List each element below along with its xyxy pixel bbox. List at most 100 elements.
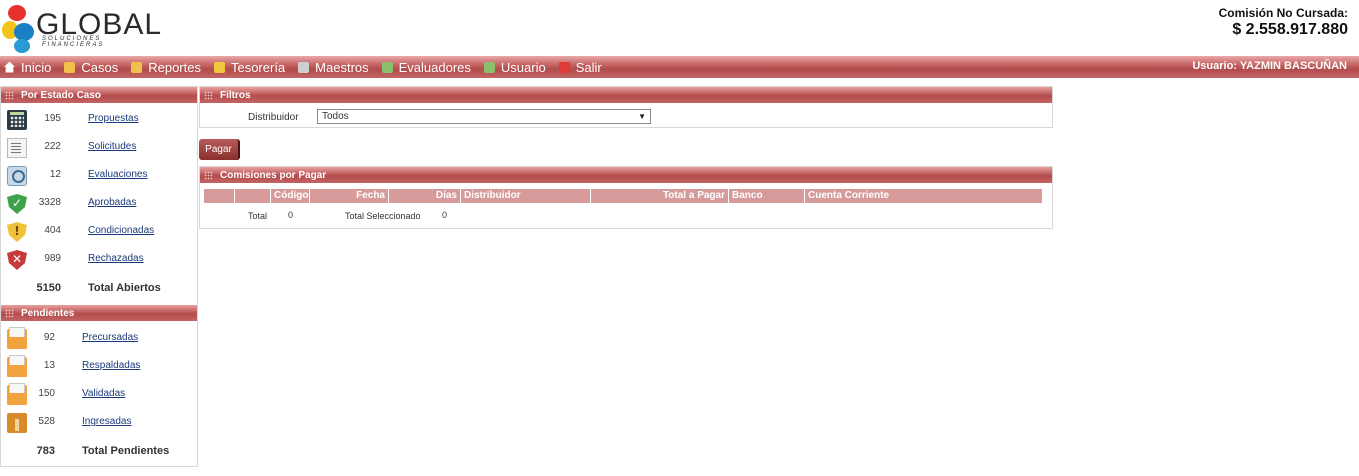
count: 195 (44, 113, 61, 124)
grip-icon (204, 90, 213, 100)
coin-icon (213, 61, 225, 73)
menu-item-label: Casos (81, 59, 119, 75)
count: 222 (44, 141, 61, 152)
main-menu-bar: Inicio Casos Reportes Tesorería Maestros… (0, 56, 1359, 78)
count: 12 (49, 169, 61, 180)
menu-item-label: Evaluadores (398, 59, 471, 75)
notepad-icon (7, 138, 27, 158)
total-label: Total Abiertos (88, 282, 161, 294)
folder-icon (64, 61, 76, 73)
pagar-button[interactable]: Pagar (199, 139, 240, 160)
column-header-blank[interactable] (235, 189, 271, 203)
sidebar-item-respaldadas: 13 Respaldadas (1, 353, 197, 381)
menu-item-salir[interactable]: Salir (558, 59, 602, 75)
calculator-icon (7, 110, 27, 130)
logo-subtitle: SOLUCIONES FINANCIERAS (42, 36, 105, 48)
commissions-panel: Comisiones por Pagar Código Fecha Días D… (199, 166, 1053, 229)
menu-item-label: Maestros (315, 59, 369, 75)
checklist-icon (381, 61, 393, 73)
sidebar-item-aprobadas: ✓ 3328 Aprobadas (1, 190, 197, 218)
grip-icon (204, 170, 213, 180)
column-header-codigo[interactable]: Código (271, 189, 310, 203)
menu-item-casos[interactable]: Casos (64, 60, 118, 75)
column-header-banco[interactable]: Banco (729, 189, 805, 203)
commission-value: $ 2.558.917.880 (1232, 21, 1348, 38)
current-user: Usuario: YAZMIN BASCUÑAN (1192, 60, 1347, 72)
sidebar-item-evaluaciones: 12 Evaluaciones (1, 162, 197, 190)
sidebar-item-precursadas: 92 Precursadas (1, 325, 197, 353)
sidebar-link-rechazadas[interactable]: Rechazadas (88, 253, 144, 264)
commission-summary: Comisión No Cursada: $ 2.558.917.880 (1219, 6, 1348, 39)
sidebar-item-validadas: 150 Validadas (1, 381, 197, 409)
section-title: Por Estado Caso (21, 89, 102, 101)
sidebar-link-condicionadas[interactable]: Condicionadas (88, 225, 154, 236)
section-title: Comisiones por Pagar (220, 169, 327, 181)
selected-total-label: Total Seleccionado (345, 211, 421, 221)
menu-item-reportes[interactable]: Reportes (131, 60, 201, 75)
shield-x-icon: ✕ (7, 250, 27, 270)
sidebar-link-propuestas[interactable]: Propuestas (88, 113, 139, 124)
total-label: Total Pendientes (82, 445, 170, 457)
folder-icon (131, 61, 143, 73)
column-header-total-a-pagar[interactable]: Total a Pagar (591, 189, 729, 203)
dropdown-arrow-icon: ▼ (638, 112, 646, 121)
total-label: Total (248, 211, 268, 221)
main-menu: Inicio Casos Reportes Tesorería Maestros… (4, 56, 615, 78)
magnifier-icon (7, 166, 27, 186)
section-title: Filtros (220, 89, 251, 101)
sidebar-total-abiertos: 5150 Total Abiertos (1, 274, 197, 302)
global-logo[interactable]: GLOBAL SOLUCIONES FINANCIERAS (2, 2, 162, 54)
commissions-table-header: Código Fecha Días Distribuidor Total a P… (204, 189, 1042, 203)
grip-icon (5, 90, 14, 100)
menu-item-label: Inicio (21, 59, 52, 75)
sidebar: Por Estado Caso 195 Propuestas 222 Solic… (0, 86, 198, 467)
sidebar-link-evaluaciones[interactable]: Evaluaciones (88, 169, 147, 180)
menu-item-evaluadores[interactable]: Evaluadores (381, 59, 471, 75)
column-header-distribuidor[interactable]: Distribuidor (461, 189, 591, 203)
menu-item-usuario[interactable]: Usuario (483, 59, 546, 75)
sidebar-link-solicitudes[interactable]: Solicitudes (88, 141, 136, 152)
total-count: 783 (36, 445, 55, 457)
count: 989 (44, 253, 61, 264)
grip-icon (5, 308, 14, 318)
column-header-dias[interactable]: Días (389, 189, 461, 203)
sidebar-link-respaldadas[interactable]: Respaldadas (82, 360, 140, 371)
column-header-fecha[interactable]: Fecha (310, 189, 389, 203)
column-header-cuenta-corriente[interactable]: Cuenta Corriente (805, 189, 1042, 203)
count: 528 (38, 416, 55, 427)
user-label: Usuario: (1192, 60, 1237, 72)
distribuidor-label: Distribuidor (248, 112, 299, 123)
sidebar-link-ingresadas[interactable]: Ingresadas (82, 416, 131, 427)
distribuidor-selected-value: Todos (322, 111, 349, 122)
sidebar-item-propuestas: 195 Propuestas (1, 106, 197, 134)
filters-header: Filtros (200, 87, 1052, 103)
count: 150 (38, 388, 55, 399)
distribuidor-select[interactable]: Todos ▼ (317, 109, 651, 124)
count: 13 (43, 360, 55, 371)
menu-item-tesoreria[interactable]: Tesorería (213, 60, 285, 75)
section-title: Pendientes (21, 307, 75, 319)
commissions-header: Comisiones por Pagar (200, 167, 1052, 183)
filters-panel: Filtros Distribuidor Todos ▼ (199, 86, 1053, 128)
user-name: YAZMIN BASCUÑAN (1239, 60, 1347, 72)
sidebar-link-precursadas[interactable]: Precursadas (82, 332, 138, 343)
sidebar-item-rechazadas: ✕ 989 Rechazadas (1, 246, 197, 274)
menu-item-label: Salir (575, 59, 602, 75)
sidebar-item-condicionadas: ! 404 Condicionadas (1, 218, 197, 246)
commission-label: Comisión No Cursada: (1218, 6, 1348, 20)
menu-item-inicio[interactable]: Inicio (4, 60, 51, 75)
selected-total-value: 0 (442, 210, 448, 220)
menu-item-label: Reportes (148, 59, 201, 75)
home-icon (4, 61, 15, 73)
sidebar-section-header-pendientes: Pendientes (1, 305, 197, 321)
column-header-select[interactable] (204, 189, 235, 203)
sidebar-link-aprobadas[interactable]: Aprobadas (88, 197, 136, 208)
sidebar-section-header-estado: Por Estado Caso (1, 87, 197, 103)
count: 404 (44, 225, 61, 236)
sidebar-link-validadas[interactable]: Validadas (82, 388, 125, 399)
sidebar-total-pendientes: 783 Total Pendientes (1, 437, 197, 465)
total-value: 0 (288, 210, 294, 220)
menu-item-label: Usuario (500, 59, 546, 75)
shield-warning-icon: ! (7, 222, 27, 242)
menu-item-maestros[interactable]: Maestros (298, 59, 369, 75)
